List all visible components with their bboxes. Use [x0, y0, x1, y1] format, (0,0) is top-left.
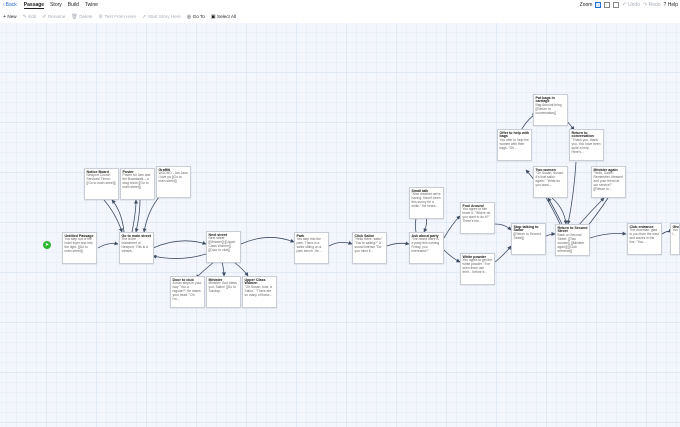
link-mainstreet-notice	[111, 199, 125, 233]
link-clicksailor-askparty	[386, 241, 410, 247]
passage-card-give[interactable]: Give You i...	[670, 223, 680, 255]
passage-card-put-bags[interactable]: Put bags in carriage Bag Amount thing [[R…	[533, 94, 568, 126]
passage-card-poster[interactable]: Poster Poster for Jam and the Boardwalk –…	[120, 168, 155, 200]
link-graffiti-mainstreet	[142, 195, 161, 233]
link-nextstreet-minister	[221, 261, 226, 277]
link-twowomen-returnsecond	[551, 197, 568, 225]
passage-card-fool-around[interactable]: Fool Around You agree to him leave it. "W…	[460, 202, 495, 234]
passage-card-main-street[interactable]: Go to main street The is the mainstreet o…	[119, 232, 154, 264]
link-askparty-fool	[443, 215, 461, 239]
passage-card-ask-about-party[interactable]: Ask about party "I've heard there is a pa…	[409, 232, 444, 264]
passage-card-untitled[interactable]: Untitled Passage You step out of the hote…	[62, 232, 97, 264]
start-passage-marker: ➤	[43, 241, 51, 249]
passage-card-minister-again[interactable]: Minister again "Hello, Sailor! Remember, …	[591, 166, 626, 198]
link-mainstreet-nextstreet	[152, 240, 207, 249]
link-nextstreet-park	[240, 237, 295, 245]
passage-card-small-talk[interactable]: Small talk "Nice weather we're having. Ha…	[409, 187, 444, 219]
link-returnsecond-twowomen	[547, 197, 563, 225]
passage-card-click-sailor[interactable]: Click Sailor "Hello there, sailor" "You'r…	[352, 232, 387, 264]
passage-card-stop-talking[interactable]: Stop talking to Sailor [[Return to Second…	[511, 223, 546, 255]
passage-card-white-powder[interactable]: White powder You agree to get the white p…	[460, 253, 495, 285]
passage-card-club-entrance[interactable]: Club entrance The doorman, glad to you fr…	[627, 223, 662, 255]
passage-card-park[interactable]: Park You step into the park. There is a s…	[294, 232, 329, 264]
passage-links-layer	[97, 113, 673, 279]
link-notice-mainstreet	[103, 199, 123, 233]
link-untitled-mainstreet	[97, 241, 119, 249]
passage-card-minister[interactable]: Minister Minister: God bless you, Sailor!…	[206, 276, 241, 308]
link-park-clicksailor	[328, 240, 353, 247]
link-fool-stoptalk	[494, 223, 512, 231]
link-nextstreet-mainstreet	[152, 253, 207, 259]
passage-card-upper-class-women[interactable]: Upper Class Women "Oh Susan, look, a Sail…	[242, 276, 277, 308]
link-nextstreet-upperclass	[233, 261, 249, 277]
link-stoptalk-returnsecond	[545, 232, 556, 237]
passage-card-next-street[interactable]: Next street Next street [[Minister]] [[Up…	[206, 231, 241, 263]
link-returnconv-returnsecond	[566, 161, 577, 225]
rocket-icon: ➤	[44, 241, 50, 248]
passage-card-graffiti[interactable]: Graffiti WOOHO – lan Jane I love ya [[Go …	[156, 166, 191, 198]
passage-card-return-conversation[interactable]: Return to conversation "Thank you, thank …	[569, 129, 604, 161]
passage-card-two-women[interactable]: Two women "Oh Susan, Susan! It's that sai…	[533, 166, 568, 198]
link-returnsecond-clubentrance	[589, 231, 627, 239]
passage-card-offer-help-bags[interactable]: Offer to help with bags You offer to help…	[497, 129, 532, 161]
link-mainstreet-poster	[131, 199, 138, 233]
link-poster-mainstreet	[134, 199, 141, 233]
passage-card-door-to-club[interactable]: Door to club A man steps in your way "You…	[170, 276, 205, 308]
passage-card-notice-board[interactable]: Notice Board Newport Church Services! Tim…	[84, 168, 119, 200]
link-askparty-powder	[443, 249, 461, 263]
passage-card-return-second-street[interactable]: Return to Second Street Back on Second St…	[555, 224, 590, 256]
link-powder-stoptalk	[494, 245, 512, 263]
